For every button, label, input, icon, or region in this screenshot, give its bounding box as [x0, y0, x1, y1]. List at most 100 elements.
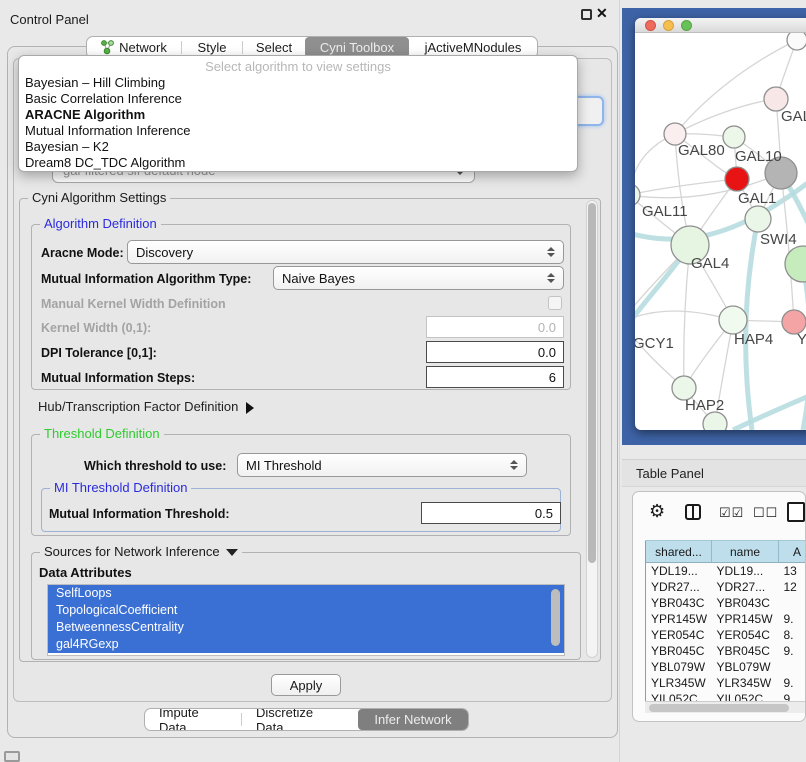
- table-row[interactable]: YBR045CYBR045C9.: [646, 643, 806, 659]
- node-GAL1-red[interactable]: [725, 167, 749, 191]
- tab-impute-data[interactable]: Impute Data: [145, 709, 241, 730]
- table-cell[interactable]: YPR145W: [712, 611, 779, 627]
- kernel-width-field[interactable]: 0.0: [426, 316, 564, 338]
- node-GAL10[interactable]: [723, 126, 745, 148]
- column-header-shared-name[interactable]: shared...: [646, 541, 712, 563]
- algorithm-dropdown-prompt: Select algorithm to view settings: [19, 58, 577, 75]
- node-label-GAL80: GAL80: [678, 142, 725, 159]
- node-label-pink-top: GAL: [781, 108, 806, 125]
- attribute-item-topologicalcoefficient[interactable]: TopologicalCoefficient: [48, 602, 564, 619]
- node-table-body: YDL19...YDL19...13YDR27...YDR27...12YBR0…: [646, 563, 806, 707]
- apply-button[interactable]: Apply: [271, 674, 341, 696]
- mi-steps-field[interactable]: 6: [426, 366, 564, 388]
- control-panel-title: Control Panel: [10, 12, 89, 27]
- tab-cyni-toolbox-label: Cyni Toolbox: [320, 40, 394, 55]
- column-header-partial[interactable]: A: [779, 541, 806, 563]
- column-header-name[interactable]: name: [712, 541, 779, 563]
- table-cell[interactable]: YDR27...: [646, 579, 712, 595]
- algorithm-definition-title: Algorithm Definition: [40, 216, 161, 231]
- algorithm-option-mutual-information[interactable]: Mutual Information Inference: [19, 123, 577, 139]
- aracne-mode-value: Discovery: [136, 245, 193, 260]
- float-window-icon[interactable]: [581, 9, 592, 20]
- table-cell[interactable]: YER054C: [646, 627, 712, 643]
- gear-icon[interactable]: ⚙: [649, 501, 665, 522]
- settings-scrollbar[interactable]: [586, 200, 598, 658]
- table-horizontal-scrollbar-thumb[interactable]: [649, 704, 789, 712]
- manual-kernel-width-checkbox[interactable]: [548, 296, 562, 310]
- deselect-all-checkboxes-icon[interactable]: ☐☐: [753, 505, 778, 521]
- table-row[interactable]: YLR345WYLR345W9.: [646, 675, 806, 691]
- table-cell[interactable]: YDL19...: [712, 563, 779, 579]
- node-HAP4[interactable]: [719, 306, 747, 334]
- minimized-panel-icon[interactable]: [4, 751, 20, 762]
- table-cell[interactable]: [779, 659, 806, 675]
- tab-infer-network[interactable]: Infer Network: [358, 709, 468, 730]
- node-GAL11[interactable]: [635, 184, 640, 206]
- data-attributes-label: Data Attributes: [39, 565, 132, 580]
- table-row[interactable]: YER054CYER054C8.: [646, 627, 806, 643]
- table-cell[interactable]: YBR043C: [646, 595, 712, 611]
- tab-discretize-data[interactable]: Discretize Data: [242, 709, 358, 730]
- bottom-tabs: Impute Data Discretize Data Infer Networ…: [144, 708, 469, 731]
- table-cell[interactable]: YER054C: [712, 627, 779, 643]
- settings-scrollbar-thumb[interactable]: [588, 203, 596, 563]
- new-table-icon[interactable]: [787, 502, 805, 522]
- algorithm-option-basic-correlation[interactable]: Basic Correlation Inference: [19, 91, 577, 107]
- zoom-traffic-light[interactable]: [681, 20, 692, 31]
- table-toolbar: ⚙ ☑☑ ☐☐: [633, 492, 805, 540]
- hub-definition-toggle[interactable]: Hub/Transcription Factor Definition: [38, 399, 254, 414]
- table-row[interactable]: YBL079WYBL079W: [646, 659, 806, 675]
- table-horizontal-scrollbar[interactable]: [645, 701, 806, 713]
- close-icon[interactable]: ✕: [596, 5, 608, 22]
- node-SWI4[interactable]: [745, 206, 771, 232]
- table-row[interactable]: YDL19...YDL19...13: [646, 563, 806, 579]
- sources-group-title[interactable]: Sources for Network Inference: [40, 544, 242, 559]
- table-cell[interactable]: 12: [779, 579, 806, 595]
- table-cell[interactable]: YDL19...: [646, 563, 712, 579]
- network-graph[interactable]: GALGAL80GAL10GAL1GAL11SWI4GAL4GCY1HAP4YH…: [635, 33, 806, 430]
- table-cell[interactable]: 13: [779, 563, 806, 579]
- table-row[interactable]: YDR27...YDR27...12: [646, 579, 806, 595]
- attribute-item-gal4rgexp[interactable]: gal4RGexp: [48, 636, 564, 653]
- columns-icon[interactable]: [685, 504, 701, 520]
- table-cell[interactable]: 9.: [779, 643, 806, 659]
- attributes-scrollbar-thumb[interactable]: [551, 589, 560, 646]
- table-cell[interactable]: YDR27...: [712, 579, 779, 595]
- table-cell[interactable]: YPR145W: [646, 611, 712, 627]
- which-threshold-combo[interactable]: MI Threshold: [237, 453, 527, 477]
- table-cell[interactable]: YBR045C: [712, 643, 779, 659]
- algorithm-option-dream8[interactable]: Dream8 DC_TDC Algorithm: [19, 155, 577, 171]
- node-green-right[interactable]: [785, 246, 806, 282]
- mi-threshold-field[interactable]: 0.5: [421, 502, 561, 524]
- network-window-titlebar[interactable]: [635, 18, 806, 33]
- close-traffic-light[interactable]: [645, 20, 656, 31]
- node-label-GCY1: GCY1: [635, 335, 674, 352]
- node-bottom-node[interactable]: [703, 412, 727, 430]
- attribute-item-betweennesscentrality[interactable]: BetweennessCentrality: [48, 619, 564, 636]
- attribute-item-selfloops[interactable]: SelfLoops: [48, 585, 564, 602]
- mi-algorithm-type-combo[interactable]: Naive Bayes: [273, 266, 564, 290]
- table-cell[interactable]: [779, 595, 806, 611]
- dpi-tolerance-field[interactable]: 0.0: [426, 341, 564, 363]
- algorithm-option-aracne[interactable]: ARACNE Algorithm: [19, 107, 577, 123]
- table-row[interactable]: YPR145WYPR145W9.: [646, 611, 806, 627]
- select-all-checkboxes-icon[interactable]: ☑☑: [719, 505, 744, 521]
- panel-divider[interactable]: [619, 0, 620, 762]
- table-cell[interactable]: YBL079W: [712, 659, 779, 675]
- table-cell[interactable]: YBR045C: [646, 643, 712, 659]
- table-cell[interactable]: YLR345W: [712, 675, 779, 691]
- table-cell[interactable]: YLR345W: [646, 675, 712, 691]
- table-cell[interactable]: YBL079W: [646, 659, 712, 675]
- table-row[interactable]: YBR043CYBR043C: [646, 595, 806, 611]
- table-cell[interactable]: 8.: [779, 627, 806, 643]
- table-cell[interactable]: YBR043C: [712, 595, 779, 611]
- aracne-mode-combo[interactable]: Discovery: [127, 240, 564, 264]
- algorithm-option-bayesian-hill-climbing[interactable]: Bayesian – Hill Climbing: [19, 75, 577, 91]
- network-view-area: GALGAL80GAL10GAL1GAL11SWI4GAL4GCY1HAP4YH…: [622, 8, 806, 445]
- minimize-traffic-light[interactable]: [663, 20, 674, 31]
- sources-title-text: Sources for Network Inference: [44, 544, 220, 559]
- algorithm-option-bayesian-k2[interactable]: Bayesian – K2: [19, 139, 577, 155]
- table-cell[interactable]: 9.: [779, 611, 806, 627]
- table-cell[interactable]: 9.: [779, 675, 806, 691]
- node-top-partial[interactable]: [787, 33, 806, 50]
